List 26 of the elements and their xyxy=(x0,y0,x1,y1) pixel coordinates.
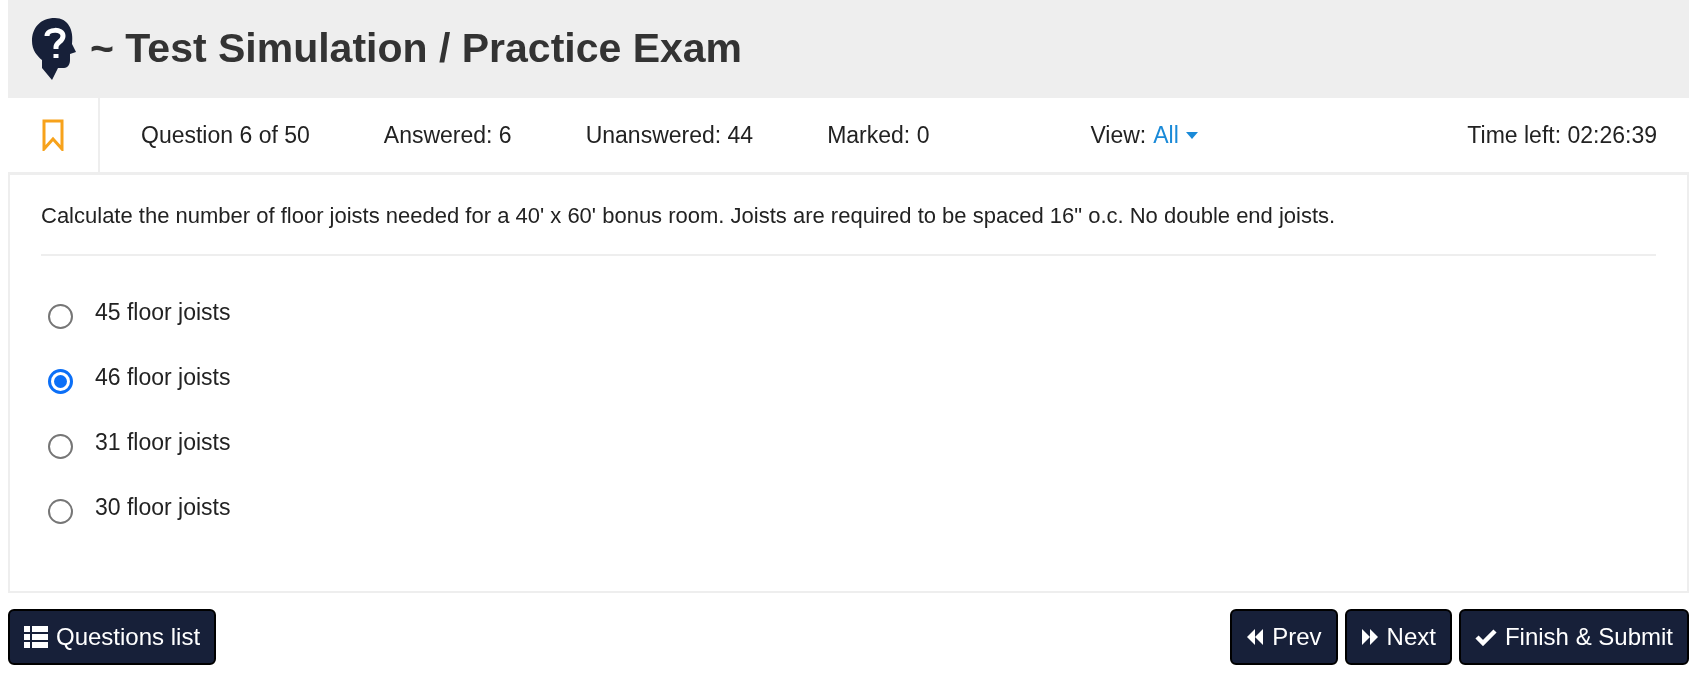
time-left: Time left: 02:26:39 xyxy=(1467,120,1657,150)
option-label: 30 floor joists xyxy=(95,492,231,522)
radio-button[interactable] xyxy=(48,433,73,459)
questions-list-button[interactable]: Questions list xyxy=(8,609,217,665)
option-label: 45 floor joists xyxy=(95,297,231,327)
question-counter: Question 6 of 50 xyxy=(141,120,310,150)
view-label: View: xyxy=(1090,120,1147,150)
radio-button[interactable] xyxy=(48,303,73,329)
answered-count: Answered: 6 xyxy=(383,120,512,150)
rewind-icon xyxy=(1246,629,1265,645)
check-icon xyxy=(1474,628,1497,646)
unanswered-count: Unanswered: 44 xyxy=(585,120,754,150)
page-title: ~ Test Simulation / Practice Exam xyxy=(90,24,743,74)
caret-icon xyxy=(1185,131,1198,139)
option-label: 46 floor joists xyxy=(95,362,231,392)
option-label: 31 floor joists xyxy=(95,427,231,457)
radio-button[interactable] xyxy=(48,368,73,394)
next-button[interactable]: Next xyxy=(1344,609,1452,665)
list-icon xyxy=(24,625,48,649)
question-text: Calculate the number of floor joists needed for a 40' x 60' bonus room. Joists are required to be spaced 16" o.c. No double end joists. xyxy=(41,175,1656,256)
fast-forward-icon xyxy=(1360,629,1379,645)
submit-button[interactable]: Finish & Submit xyxy=(1458,609,1689,665)
view-dropdown[interactable]: All xyxy=(1153,117,1198,153)
marked-count: Marked: 0 xyxy=(827,120,930,150)
prev-button[interactable]: Prev xyxy=(1230,609,1338,665)
radio-button[interactable] xyxy=(48,498,73,524)
